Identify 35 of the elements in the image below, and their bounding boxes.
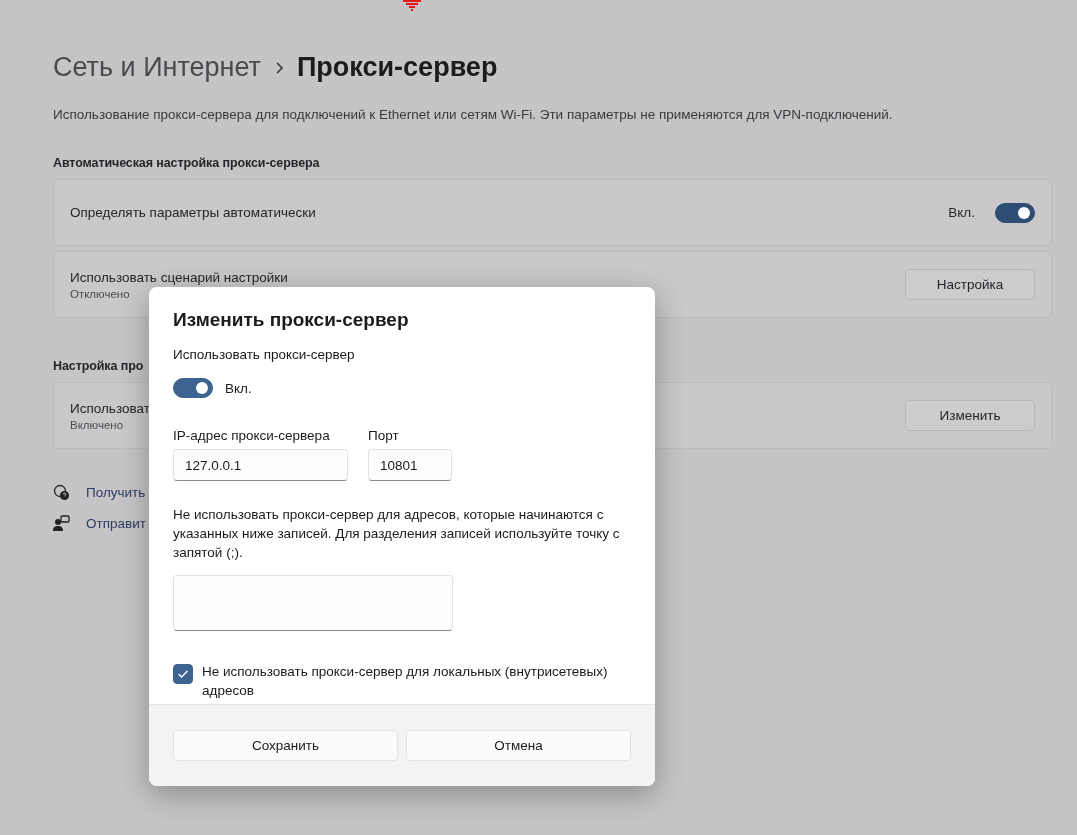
checkbox[interactable] [173, 664, 193, 684]
dialog-button[interactable]: Отмена [406, 730, 631, 761]
port-field[interactable]: 10801 [368, 449, 452, 481]
setting-status: Включено [70, 418, 125, 431]
feedback-icon [53, 515, 70, 532]
setting-button[interactable]: Настройка [905, 269, 1035, 300]
breadcrumb-link[interactable]: Сеть и Интернет [53, 52, 261, 83]
help-link[interactable]: Получить [86, 485, 146, 500]
field-label: Порт [368, 427, 400, 445]
setting-button[interactable]: Изменить [905, 400, 1035, 431]
check-icon [177, 669, 189, 679]
toggle-state: Вкл. [948, 205, 975, 220]
toggle-switch[interactable] [173, 378, 213, 398]
section-heading: Автоматическая настройка прокси-сервера [53, 156, 321, 170]
setting-label: Использоват [70, 400, 151, 416]
page-description: Использование прокси-сервера для подключений к Ethernet или сетям Wi-Fi. Эти параметры не применяются для VPN-подключений. [53, 107, 894, 122]
toggle-state: Вкл. [225, 379, 252, 398]
toggle-label: Использовать прокси-сервер [173, 346, 356, 364]
dialog-title: Изменить прокси-сервер [173, 309, 410, 331]
marker-icon [403, 0, 421, 11]
dialog-button[interactable]: Сохранить [173, 730, 398, 761]
exceptions-field[interactable] [173, 575, 453, 631]
section-heading: Настройка про [53, 359, 145, 373]
help-link[interactable]: Отправит [86, 516, 146, 531]
setting-status: Отключено [70, 287, 131, 300]
setting-label: Определять параметры автоматически [70, 205, 317, 220]
exceptions-description: Не использовать прокси-сервер для адресов, которые начинаются с указанных ниже записей. Для разделения записей используйте точку с запятой (;). [173, 506, 621, 562]
help-icon [53, 484, 70, 501]
field-label: IP-адрес прокси-сервера [173, 427, 331, 445]
setting-label: Использовать сценарий настройки [70, 269, 289, 285]
page-title: Прокси-сервер [296, 52, 498, 83]
checkbox-label: Не использовать прокси-сервер для локальных (внутрисетевых) адресов [202, 663, 609, 700]
address-field[interactable]: 127.0.0.1 [173, 449, 348, 481]
toggle-switch[interactable] [995, 202, 1035, 223]
chevron-icon [274, 61, 283, 74]
